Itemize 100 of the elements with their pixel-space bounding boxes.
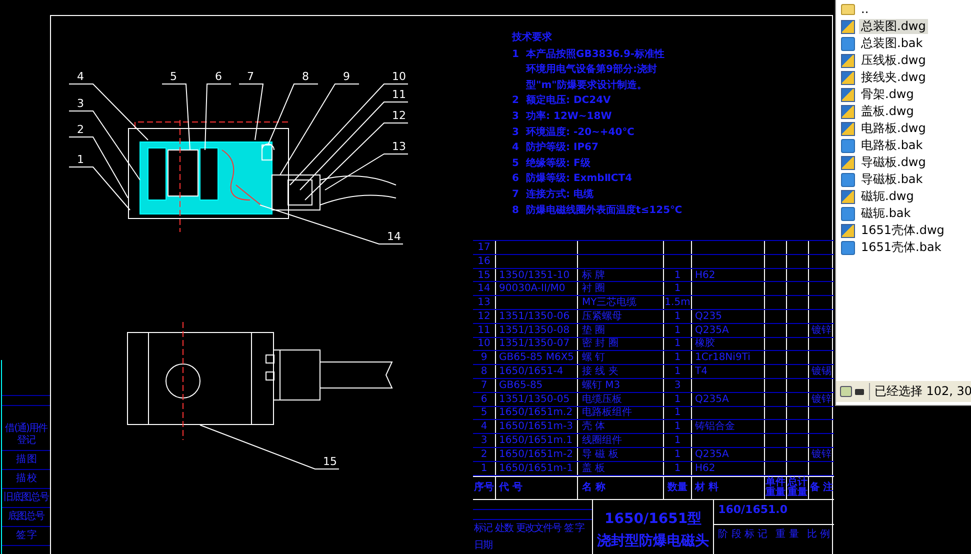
table-cell: 9 <box>480 351 488 364</box>
requirement-text: 环境用电气设备第9部分:浇封 <box>526 62 657 78</box>
table-cell: 10 <box>478 337 490 350</box>
file-item[interactable]: 1651壳体.bak <box>859 240 944 255</box>
scale-label: 比 例 <box>806 528 830 541</box>
table-cell: 镀锌 <box>812 448 832 461</box>
table-cell: 镀锌 <box>812 324 832 337</box>
file-item[interactable]: 导磁板.dwg <box>859 155 928 170</box>
column-header: 单件重量 <box>766 478 786 498</box>
file-icon <box>841 104 855 118</box>
table-cell: GB65-85 <box>499 378 543 392</box>
file-item[interactable]: 导磁板.bak <box>859 172 925 187</box>
table-cell: 1.5m <box>664 296 690 310</box>
table-cell: Q235A <box>695 392 729 406</box>
callout-number: 3 <box>77 97 84 110</box>
file-icon <box>841 138 855 152</box>
status-text: 已经选择 102, 30 <box>869 383 971 400</box>
callout-number: 9 <box>343 70 350 83</box>
table-cell: 1 <box>674 448 681 461</box>
requirement-number: 2 <box>512 94 520 108</box>
file-item[interactable]: 盖板.dwg <box>859 104 916 119</box>
table-cell: 1 <box>674 310 681 323</box>
table-cell: 90030A-II/M0 <box>499 282 566 296</box>
column-header: 代 号 <box>499 481 522 494</box>
revision-label: 更改文件号 <box>516 522 561 535</box>
callout-number: 14 <box>387 230 401 243</box>
table-cell: 1 <box>674 282 681 296</box>
revision-label: 标记 <box>474 522 492 535</box>
table-cell: 1351/1350-06 <box>499 310 570 323</box>
table-cell: 17 <box>478 240 490 254</box>
table-cell: 1350/1351-10 <box>499 268 570 282</box>
file-icon <box>841 20 855 34</box>
file-item[interactable]: 总装图.bak <box>859 36 925 51</box>
table-cell: MY三芯电缆 <box>582 296 637 310</box>
callout-number: 8 <box>302 70 309 83</box>
table-cell: 衬 圈 <box>582 282 606 296</box>
requirement-text: 本产品按照GB3836.9-标准性 <box>526 48 665 62</box>
margin-label: 描 图 <box>2 451 50 470</box>
file-icon <box>841 224 855 238</box>
callout-number: 4 <box>77 70 84 83</box>
callout-number: 15 <box>323 455 337 468</box>
callout-number: 7 <box>247 70 254 83</box>
file-icon <box>841 36 855 50</box>
file-item[interactable]: 磁轭.dwg <box>859 189 916 204</box>
file-item[interactable]: 总装图.dwg <box>859 19 928 34</box>
table-cell: 螺钉 M3 <box>582 378 620 392</box>
table-cell: 1 <box>480 462 488 475</box>
table-cell: 15 <box>478 268 490 282</box>
margin-label: 借(通)用件登记 <box>2 420 50 451</box>
leader-line <box>162 84 190 150</box>
table-cell: 1 <box>674 420 681 434</box>
leader-line <box>238 84 264 140</box>
file-item[interactable]: 电路板.bak <box>859 138 925 153</box>
table-cell: 壳 体 <box>582 420 606 434</box>
file-item[interactable]: 接线夹.dwg <box>859 70 928 85</box>
table-cell: 1650/1651m.1 <box>499 434 573 448</box>
table-cell: 1Cr18Ni9Ti <box>695 351 750 364</box>
table-cell: 1 <box>674 324 681 337</box>
column-header: 名 称 <box>582 481 606 494</box>
file-item[interactable]: 压线板.dwg <box>859 53 928 68</box>
table-cell: H62 <box>695 462 716 475</box>
column-header: 材 料 <box>695 481 718 494</box>
file-item[interactable]: 1651壳体.dwg <box>859 223 946 238</box>
file-item[interactable]: 磁轭.bak <box>859 206 913 221</box>
file-icon <box>841 206 855 220</box>
file-icon <box>841 70 855 84</box>
requirement-text: 额定电压: DC24V <box>526 93 611 108</box>
table-cell: Q235 <box>695 310 722 323</box>
requirement-number: 1 <box>512 48 520 62</box>
table-cell: 1 <box>674 434 681 448</box>
requirements-title: 技术要求 <box>512 30 553 45</box>
table-cell: 12 <box>478 310 490 323</box>
table-cell: 1650/1651m-2 <box>499 448 573 461</box>
table-cell: 6 <box>480 392 488 406</box>
file-icon <box>841 172 855 186</box>
file-item[interactable]: 骨架.dwg <box>859 87 916 102</box>
requirement-text: 防护等级: IP67 <box>526 140 598 156</box>
table-cell: 导 磁 板 <box>582 448 618 461</box>
leader-line <box>204 84 232 150</box>
requirement-number: 8 <box>512 204 520 218</box>
drawing-title: 浇封型防爆电磁头 <box>597 532 710 550</box>
table-cell: 1650/1651-4 <box>499 365 564 378</box>
margin-label: 描 校 <box>2 470 50 489</box>
table-cell: 1650/1651m-3 <box>499 420 573 434</box>
table-cell: Q235A <box>695 448 729 461</box>
file-icon <box>841 122 855 136</box>
table-cell: 1351/1350-05 <box>499 392 570 406</box>
table-cell: 标 牌 <box>582 268 606 282</box>
table-cell: 1 <box>674 406 681 420</box>
table-cell: 7 <box>480 378 488 392</box>
table-cell: 电缆压板 <box>582 392 622 406</box>
table-cell: 1 <box>674 365 681 378</box>
file-item[interactable]: .. <box>859 2 871 17</box>
requirement-number: 5 <box>512 156 520 171</box>
table-cell: 盖 板 <box>582 462 606 475</box>
requirement-number: 7 <box>512 188 520 202</box>
requirement-text: 环境温度: -20~+40℃ <box>526 125 634 140</box>
table-cell: 镀锌 <box>812 392 832 406</box>
file-item[interactable]: 电路板.dwg <box>859 121 928 136</box>
revision-label: 日期 <box>474 538 492 552</box>
